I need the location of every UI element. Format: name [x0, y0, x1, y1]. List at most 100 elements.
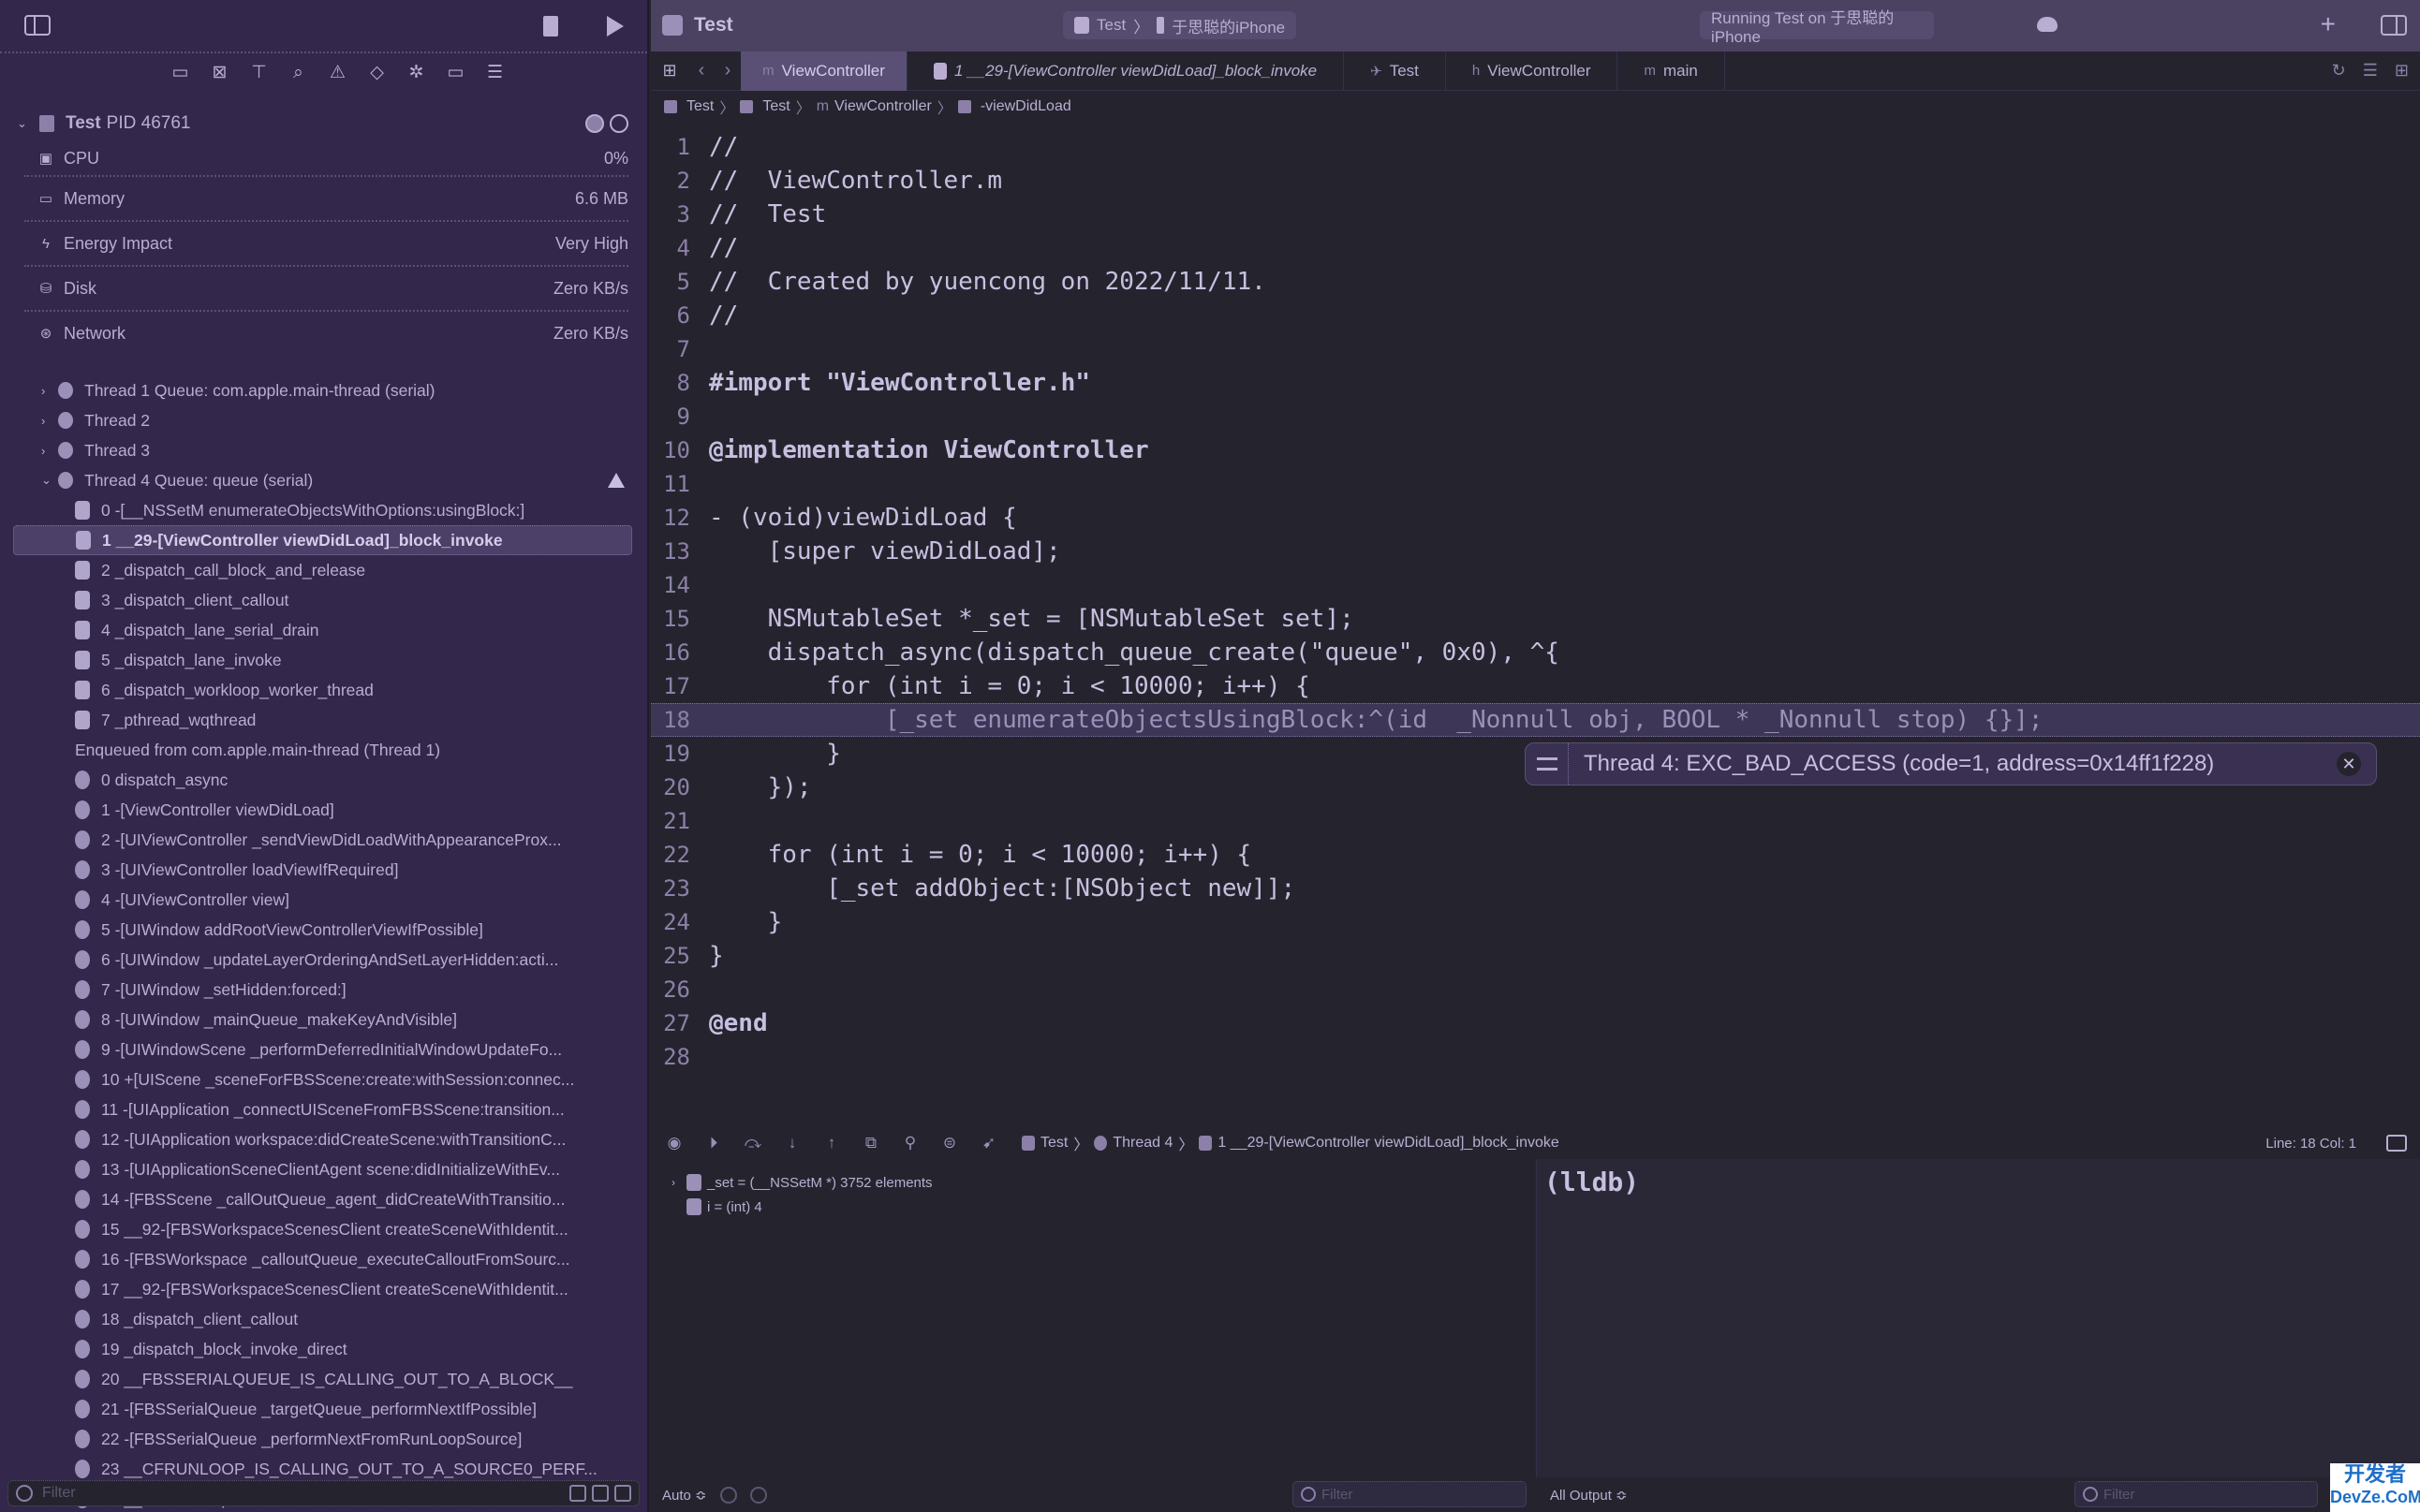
close-icon[interactable]: ✕ [2337, 752, 2361, 776]
thread-row[interactable]: › Thread 1 Queue: com.apple.main-thread … [0, 375, 647, 405]
breadcrumb-item[interactable]: ViewController [834, 98, 932, 115]
stack-frame-row[interactable]: 6 -[UIWindow _updateLayerOrderingAndSetL… [0, 945, 647, 975]
stack-frame-row[interactable]: 1 -[ViewController viewDidLoad] [0, 795, 647, 825]
code-line[interactable]: 24 } [651, 905, 2420, 939]
line-number[interactable]: 1 [651, 134, 709, 160]
chevron-down-icon[interactable]: ⌄ [17, 116, 30, 131]
code-line[interactable]: 22 for (int i = 0; i < 10000; i++) { [651, 838, 2420, 872]
symbol-icon[interactable]: ⊤ [249, 63, 270, 83]
variables-scope-select[interactable]: Auto ≎ [662, 1487, 707, 1504]
toggle-navigator-button[interactable] [24, 15, 51, 36]
line-number[interactable]: 9 [651, 404, 709, 430]
eye-icon[interactable] [719, 1486, 737, 1504]
environment-icon[interactable]: ⊜ [939, 1134, 960, 1152]
stack-frame-row[interactable]: 0 -[__NSSetM enumerateObjectsWithOptions… [0, 495, 647, 525]
toggle-inspector-button[interactable] [2381, 15, 2407, 36]
code-line[interactable]: 28 [651, 1040, 2420, 1074]
tab-viewcontroller-h[interactable]: h ViewController [1446, 51, 1618, 91]
debug-crumb[interactable]: 1 __29-[ViewController viewDidLoad]_bloc… [1217, 1135, 1558, 1152]
stack-frame-row[interactable]: 21 -[FBSSerialQueue _targetQueue_perform… [0, 1394, 647, 1424]
breadcrumb-item[interactable]: Test [762, 98, 789, 115]
chevron-right-icon[interactable]: › [671, 1176, 686, 1189]
stack-frame-row[interactable]: 4 -[UIViewController view] [0, 885, 647, 915]
thread-row[interactable]: › Thread 2 [0, 405, 647, 435]
stack-frame-row[interactable]: 7 _pthread_wqthread [0, 705, 647, 735]
line-number[interactable]: 4 [651, 235, 709, 261]
line-number[interactable]: 24 [651, 909, 709, 935]
code-line[interactable]: 1// [651, 130, 2420, 164]
test-icon[interactable]: ◇ [367, 63, 388, 83]
gauge-cpu[interactable]: ▣ CPU 0% [0, 141, 647, 175]
line-number[interactable]: 23 [651, 875, 709, 902]
stack-frame-row[interactable]: 8 -[UIWindow _mainQueue_makeKeyAndVisibl… [0, 1005, 647, 1035]
code-line[interactable]: 17 for (int i = 0; i < 10000; i++) { [651, 669, 2420, 703]
stack-frame-row[interactable]: 6 _dispatch_workloop_worker_thread [0, 675, 647, 705]
line-number[interactable]: 22 [651, 842, 709, 868]
gauge-network[interactable]: ⊛ Network Zero KB/s [24, 310, 628, 355]
filter-person-icon[interactable] [614, 1485, 631, 1502]
stack-frame-row[interactable]: 0 dispatch_async [0, 765, 647, 795]
line-number[interactable]: 17 [651, 673, 709, 699]
line-number[interactable]: 26 [651, 976, 709, 1003]
output-select[interactable]: All Output ≎ [1550, 1487, 1628, 1504]
memory-graph-icon[interactable]: ⚲ [900, 1134, 921, 1152]
stack-frame-row[interactable]: 12 -[UIApplication workspace:didCreateSc… [0, 1124, 647, 1154]
search-icon[interactable]: ⌕ [288, 63, 309, 83]
line-number[interactable]: 8 [651, 370, 709, 396]
stack-frame-row[interactable]: 3 -[UIViewController loadViewIfRequired] [0, 855, 647, 885]
step-out-icon[interactable]: ↑ [821, 1134, 842, 1152]
breadcrumb-item[interactable]: Test [686, 98, 714, 115]
line-number[interactable]: 14 [651, 572, 709, 598]
pause-icon[interactable] [610, 114, 628, 133]
line-number[interactable]: 15 [651, 606, 709, 632]
console[interactable]: (lldb) [1536, 1159, 2420, 1477]
stack-frame-row[interactable]: 11 -[UIApplication _connectUISceneFromFB… [0, 1094, 647, 1124]
gauge-memory[interactable]: ▭ Memory 6.6 MB [24, 175, 628, 220]
stack-frame-row[interactable]: 4 _dispatch_lane_serial_drain [0, 615, 647, 645]
code-line[interactable]: 25} [651, 939, 2420, 973]
process-row[interactable]: ⌄ Test PID 46761 [0, 106, 647, 141]
code-line[interactable]: 7 [651, 332, 2420, 366]
console-filter[interactable]: Filter [2074, 1481, 2318, 1507]
code-line[interactable]: 23 [_set addObject:[NSObject new]]; [651, 872, 2420, 905]
tab-test[interactable]: ✈ Test [1344, 51, 1446, 91]
stack-frame-row[interactable]: 13 -[UIApplicationSceneClientAgent scene… [0, 1154, 647, 1184]
code-line[interactable]: 11 [651, 467, 2420, 501]
toggle-debug-area-button[interactable] [2386, 1135, 2407, 1152]
code-line[interactable]: 4// [651, 231, 2420, 265]
stack-frame-row[interactable]: 14 -[FBSScene _callOutQueue_agent_didCre… [0, 1184, 647, 1214]
code-line[interactable]: 3// Test [651, 198, 2420, 231]
debug-crumb[interactable]: Test [1040, 1135, 1068, 1152]
code-line[interactable]: 8 #import "ViewController.h" [651, 366, 2420, 400]
debug-crumb[interactable]: Thread 4 [1113, 1135, 1173, 1152]
line-number[interactable]: 6 [651, 302, 709, 329]
code-line[interactable]: 2// ViewController.m [651, 164, 2420, 198]
debug-icon[interactable]: ✲ [406, 63, 427, 83]
stack-frame-row[interactable]: 19 _dispatch_block_invoke_direct [0, 1334, 647, 1364]
filter-threads-icon[interactable] [592, 1485, 609, 1502]
stack-frame-row[interactable]: 7 -[UIWindow _setHidden:forced:] [0, 975, 647, 1005]
code-line[interactable]: 6// [651, 299, 2420, 332]
view-hierarchy-icon[interactable]: ⧉ [861, 1134, 881, 1152]
location-icon[interactable]: ➹ [979, 1134, 999, 1152]
chevron-right-icon[interactable]: › [41, 444, 58, 458]
thread-row[interactable]: ⌄ Thread 4 Queue: queue (serial) [0, 465, 647, 495]
code-line[interactable]: 5// Created by yuencong on 2022/11/11. [651, 265, 2420, 299]
code-line[interactable]: 15 NSMutableSet *_set = [NSMutableSet se… [651, 602, 2420, 636]
code-line[interactable]: 13 [super viewDidLoad]; [651, 535, 2420, 568]
code-line[interactable]: 12- (void)viewDidLoad { [651, 501, 2420, 535]
chevron-down-icon[interactable]: ⌄ [41, 473, 58, 488]
cloud-icon[interactable] [2037, 17, 2058, 32]
breakpoints-toggle-icon[interactable]: ◉ [664, 1134, 685, 1152]
stack-frame-row[interactable]: 22 -[FBSSerialQueue _performNextFromRunL… [0, 1424, 647, 1454]
step-into-icon[interactable]: ↓ [782, 1134, 803, 1152]
line-number[interactable]: 19 [651, 741, 709, 767]
report-icon[interactable]: ☰ [485, 63, 506, 83]
stack-frame-row[interactable]: 20 __FBSSERIALQUEUE_IS_CALLING_OUT_TO_A_… [0, 1364, 647, 1394]
back-button[interactable]: ‹ [688, 60, 715, 81]
code-line[interactable]: 14 [651, 568, 2420, 602]
variables-filter[interactable]: Filter [1292, 1481, 1527, 1507]
tab-block-invoke[interactable]: 1 __29-[ViewController viewDidLoad]_bloc… [908, 51, 1345, 91]
line-number[interactable]: 3 [651, 201, 709, 228]
code-line[interactable]: 21 [651, 804, 2420, 838]
